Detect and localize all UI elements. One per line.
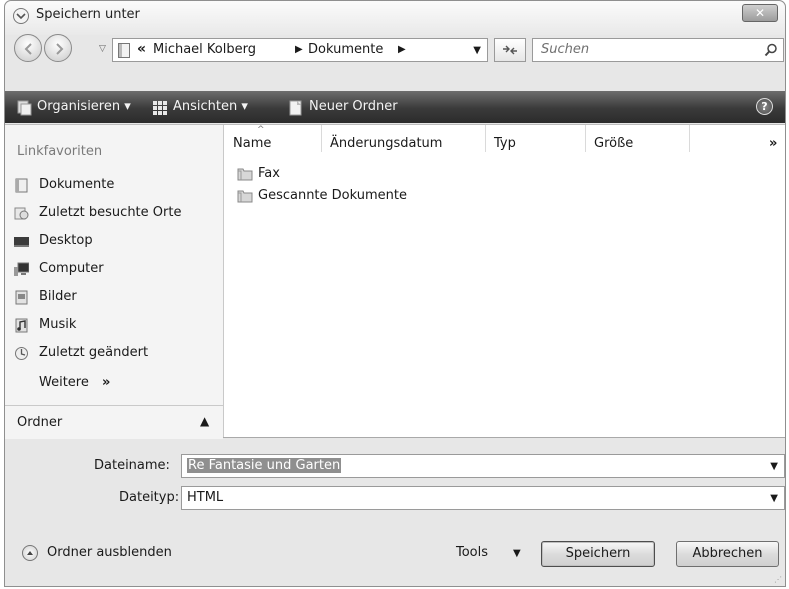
sidebar-item-pictures[interactable]: Bilder: [14, 286, 219, 310]
filetype-dropdown-icon[interactable]: ▼: [770, 493, 778, 504]
filename-value: Re Fantasie und Garten: [187, 458, 342, 473]
refresh-icon: [503, 45, 517, 55]
column-header-name[interactable]: Name ^: [225, 125, 322, 152]
views-menu[interactable]: Ansichten ▾: [173, 99, 248, 114]
help-icon[interactable]: ?: [756, 98, 773, 115]
address-bar[interactable]: « Michael Kolberg ▶ Dokumente ▶ ▼: [112, 38, 488, 62]
column-header-label: Name: [233, 136, 272, 151]
title-bar: Speichern unter ✕: [5, 1, 785, 35]
command-toolbar: Organisieren ▾ Ansichten ▾ Neuer Ordner …: [5, 91, 785, 123]
cancel-button[interactable]: Abbrechen: [676, 541, 779, 567]
refresh-button[interactable]: [494, 38, 526, 62]
music-icon: [15, 318, 28, 333]
save-button[interactable]: Speichern: [541, 541, 655, 567]
sidebar-item-label: Zuletzt besuchte Orte: [39, 205, 182, 220]
views-icon: [153, 101, 167, 115]
column-header-label: Größe: [594, 136, 634, 151]
sidebar-item-recent-places[interactable]: Zuletzt besuchte Orte: [14, 202, 219, 226]
column-header-date[interactable]: Änderungsdatum: [322, 125, 486, 152]
new-folder-icon: [289, 100, 302, 116]
sidebar-item-desktop[interactable]: Desktop: [14, 230, 219, 254]
column-header-label: Änderungsdatum: [330, 136, 443, 151]
breadcrumb-arrow-icon[interactable]: ▶: [295, 44, 303, 55]
filename-input[interactable]: Re Fantasie und Garten ▼: [181, 454, 785, 478]
documents-icon: [15, 178, 28, 193]
sidebar-item-label: Zuletzt geändert: [39, 345, 149, 360]
organize-icon: [17, 100, 32, 116]
close-button[interactable]: ✕: [742, 4, 778, 22]
collapse-folders-icon[interactable]: [22, 545, 38, 561]
recent-pages-dropdown-icon[interactable]: ▽: [99, 44, 106, 54]
resize-grip-icon[interactable]: ⋰: [774, 575, 782, 584]
back-button[interactable]: [14, 34, 42, 62]
system-menu-icon[interactable]: [13, 8, 29, 24]
content-area: Linkfavoriten Dokumente Zuletzt besuchte…: [5, 124, 785, 439]
column-header-label: Typ: [494, 136, 516, 151]
filename-dropdown-icon[interactable]: ▼: [770, 461, 778, 472]
sidebar-item-label: Desktop: [39, 233, 93, 248]
filename-label: Dateiname:: [94, 458, 170, 473]
new-folder-button[interactable]: Neuer Ordner: [309, 99, 398, 114]
more-favorites-arrow-icon[interactable]: »: [102, 375, 110, 390]
favorites-heading: Linkfavoriten: [17, 144, 103, 159]
folders-toggle[interactable]: Ordner ▲: [5, 405, 223, 439]
more-columns-arrow-icon: »: [769, 136, 778, 151]
filetype-label: Dateityp:: [119, 490, 180, 505]
breadcrumb-user[interactable]: Michael Kolberg: [153, 42, 256, 57]
breadcrumb-arrow-icon[interactable]: ▶: [398, 44, 406, 55]
column-header-size[interactable]: Größe: [586, 125, 690, 152]
more-favorites-link[interactable]: Weitere: [39, 375, 89, 390]
sidebar-item-documents[interactable]: Dokumente: [14, 174, 219, 198]
filetype-select[interactable]: HTML ▼: [181, 486, 785, 510]
navigation-pane: Linkfavoriten Dokumente Zuletzt besuchte…: [5, 125, 224, 439]
pictures-icon: [15, 290, 28, 305]
desktop-icon: [14, 237, 29, 247]
filetype-value: HTML: [187, 490, 224, 505]
sidebar-item-label: Computer: [39, 261, 104, 276]
forward-button[interactable]: [44, 34, 72, 62]
file-list: Name ^ Änderungsdatum Typ Größe » Fax Ge…: [225, 125, 785, 437]
sidebar-item-label: Musik: [39, 317, 77, 332]
recently-changed-icon: [15, 347, 28, 360]
folder-icon: [237, 190, 253, 203]
folder-icon: [237, 168, 253, 181]
file-row-scanned-documents[interactable]: Gescannte Dokumente: [237, 186, 487, 206]
search-icon[interactable]: [764, 43, 778, 57]
sidebar-item-music[interactable]: Musik: [14, 314, 219, 338]
sidebar-item-label: Dokumente: [39, 177, 115, 192]
column-header-type[interactable]: Typ: [486, 125, 586, 152]
computer-icon: [14, 262, 29, 276]
sort-ascending-icon: ^: [257, 125, 265, 135]
chevron-up-icon[interactable]: ▲: [200, 414, 209, 428]
sidebar-item-computer[interactable]: Computer: [14, 258, 219, 282]
search-placeholder: Suchen: [541, 42, 590, 57]
file-row-fax[interactable]: Fax: [237, 164, 487, 184]
search-input[interactable]: Suchen: [532, 38, 784, 62]
recent-places-icon: [14, 207, 29, 220]
file-name: Fax: [258, 166, 280, 181]
sidebar-item-label: Bilder: [39, 289, 77, 304]
address-dropdown-icon[interactable]: ▼: [473, 45, 481, 56]
file-name: Gescannte Dokumente: [258, 188, 407, 203]
save-as-dialog: Speichern unter ✕ ▽ « Michael Kolberg ▶ …: [4, 0, 786, 587]
address-overflow[interactable]: «: [137, 41, 146, 57]
hide-folders-link[interactable]: Ordner ausblenden: [47, 545, 172, 560]
tools-dropdown-icon[interactable]: ▼: [513, 548, 521, 559]
tools-menu[interactable]: Tools: [456, 545, 488, 560]
folders-label: Ordner: [17, 415, 63, 430]
organize-menu[interactable]: Organisieren ▾: [37, 99, 131, 114]
window-title: Speichern unter: [36, 7, 140, 22]
breadcrumb-documents[interactable]: Dokumente: [308, 42, 383, 57]
sidebar-item-recently-changed[interactable]: Zuletzt geändert: [14, 342, 219, 366]
folder-location-icon: [118, 43, 130, 58]
more-columns-button[interactable]: »: [690, 125, 785, 152]
